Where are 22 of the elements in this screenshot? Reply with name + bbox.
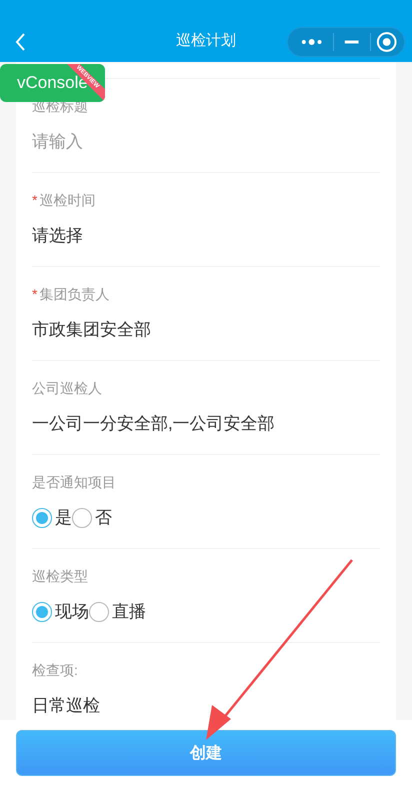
field-value: 日常巡检 [32, 695, 100, 717]
field-value: 市政集团安全部 [32, 319, 151, 341]
radio-button[interactable] [32, 508, 52, 528]
page-title: 巡检计划 [176, 31, 236, 51]
field-label: 巡检时间 [39, 191, 96, 210]
radio-label[interactable]: 现场 [55, 600, 89, 624]
field-label: 公司巡检人 [32, 379, 102, 398]
field-label: 是否通知项目 [32, 473, 116, 492]
radio-button[interactable] [32, 602, 52, 622]
radio-label[interactable]: 否 [95, 506, 112, 530]
field-value: 一公司一分安全部,一公司安全部 [32, 413, 275, 435]
date-picker[interactable]: 请选择 [32, 224, 83, 248]
required-mark: * [32, 191, 38, 210]
input-field[interactable]: 请输入 [32, 130, 380, 154]
radio-button[interactable] [72, 508, 92, 528]
field-label: 检查项: [32, 661, 78, 680]
radio-label[interactable]: 是 [55, 506, 72, 530]
radio-label[interactable]: 直播 [112, 600, 146, 624]
required-mark: * [32, 285, 38, 304]
field-label: 巡检类型 [32, 567, 88, 586]
field-label: 集团负责人 [39, 285, 110, 304]
radio-button[interactable] [89, 602, 109, 622]
